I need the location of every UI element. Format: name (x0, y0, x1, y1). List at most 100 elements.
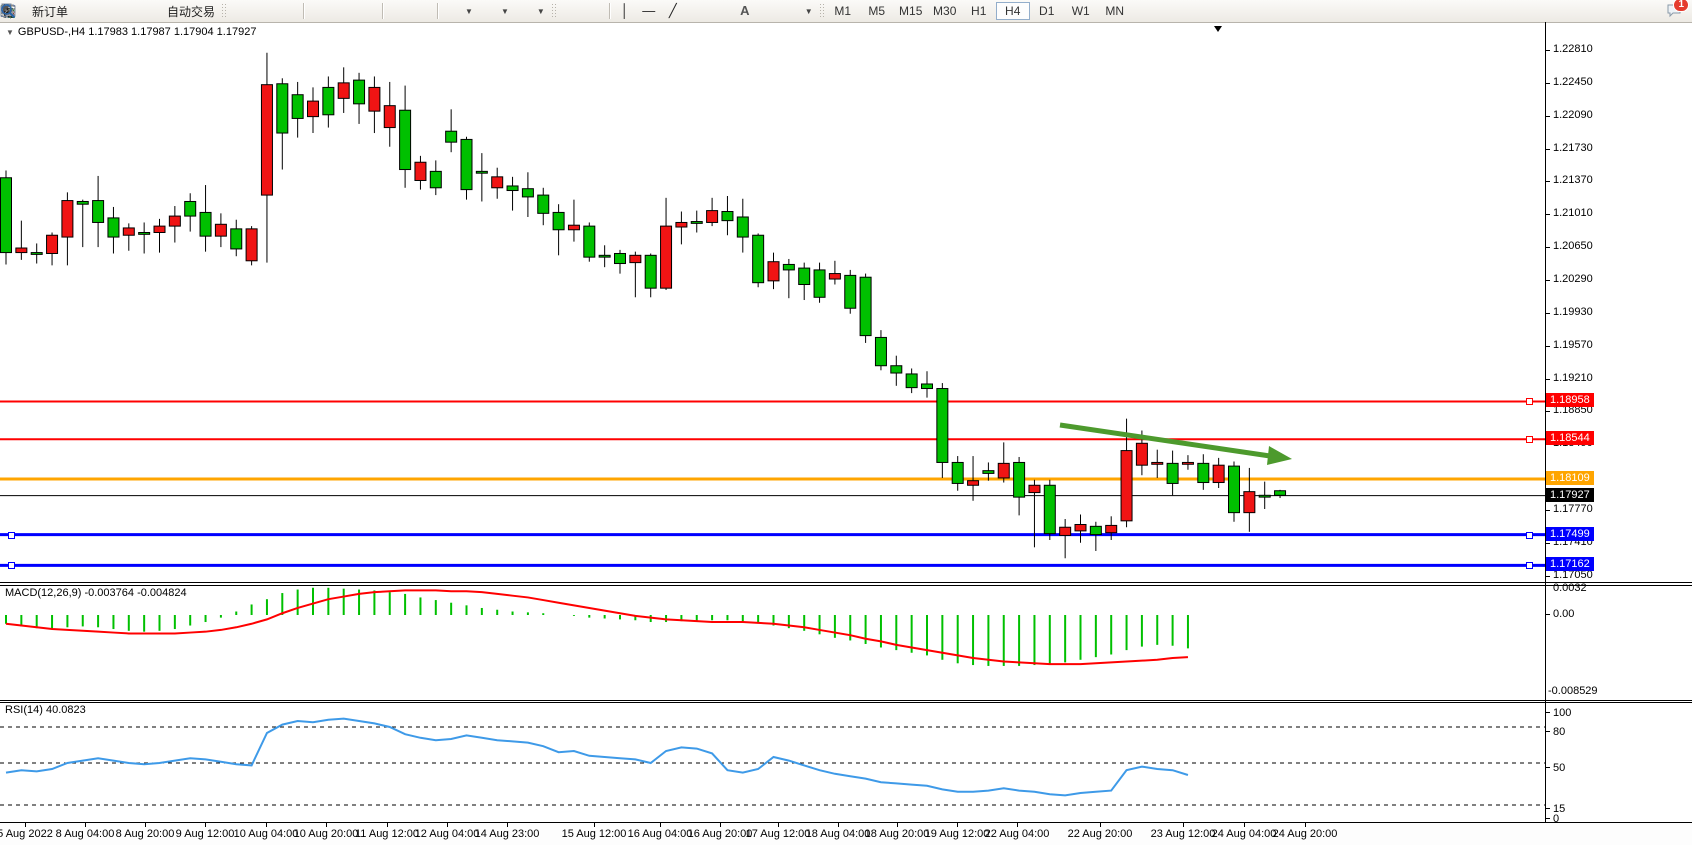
new-chart-button[interactable]: ▼ (441, 1, 477, 21)
toolbar-separator (382, 3, 383, 19)
auto-scroll-button[interactable] (386, 1, 410, 21)
text-tool-button[interactable]: A (733, 1, 757, 21)
fibonacci-tool-button[interactable]: F (709, 1, 733, 21)
candle-body (737, 217, 748, 237)
candle-body (1213, 465, 1224, 482)
candle-body (215, 224, 226, 236)
search-icon[interactable] (1642, 3, 1658, 19)
auto-trading-button[interactable]: 自动交易 (144, 1, 219, 21)
notifications-chat-button[interactable]: 1 (1666, 2, 1682, 21)
candlestick-mode-button[interactable] (252, 1, 276, 21)
channel-tool-button[interactable]: E (685, 1, 709, 21)
rsi-panel-chart (0, 703, 1545, 822)
crosshair-tool-button[interactable] (582, 1, 606, 21)
text-label-tool-button[interactable]: T (757, 1, 781, 21)
time-axis-label[interactable]: 24 Aug 20:00 (1260, 828, 1350, 840)
panel-separator[interactable] (0, 582, 1692, 583)
timeframe-button-m15[interactable]: M15 (894, 2, 928, 20)
time-axis-label[interactable]: 22 Aug 04:00 (972, 828, 1062, 840)
timeframe-button-d1[interactable]: D1 (1030, 2, 1064, 20)
candle-body (369, 87, 380, 111)
time-axis-tick (1183, 823, 1184, 827)
candle-body (829, 274, 840, 279)
candle-body (154, 226, 165, 232)
line-price-label: 1.17927 (1546, 488, 1594, 502)
timeframe-button-m1[interactable]: M1 (826, 2, 860, 20)
toolbar-separator (437, 3, 438, 19)
panel-separator[interactable] (0, 700, 1692, 701)
signals-button[interactable] (120, 1, 144, 21)
new-order-button[interactable]: 新订单 (9, 1, 72, 21)
candle-body (799, 268, 810, 284)
cursor-tool-button[interactable] (558, 1, 582, 21)
one-click-trading-icon[interactable]: ▼ (6, 28, 14, 37)
toolbar-separator (609, 3, 610, 19)
line-price-label: 1.18544 (1546, 431, 1594, 445)
chart-shift-marker-icon[interactable] (1214, 26, 1222, 32)
trendline-tool-button[interactable]: ╱ (661, 1, 685, 21)
new-chart-icon (445, 3, 461, 19)
trend-arrow-object[interactable] (1060, 425, 1270, 456)
timeframe-button-m30[interactable]: M30 (928, 2, 962, 20)
toolbar-gripper[interactable] (221, 3, 226, 19)
chart-shift-button[interactable] (410, 1, 434, 21)
price-axis-tick (1546, 116, 1550, 117)
candle-body (937, 389, 948, 463)
time-axis-tick (897, 823, 898, 827)
timeframe-button-mn[interactable]: MN (1098, 2, 1132, 20)
vertical-line-tool-button[interactable]: │ (613, 1, 637, 21)
price-axis-tick (1546, 149, 1550, 150)
zoom-out-button[interactable] (331, 1, 355, 21)
line-handle[interactable] (1526, 436, 1533, 443)
candle-body (1136, 443, 1147, 465)
fibonacci-icon: F (713, 3, 729, 19)
chevron-down-icon: ▼ (537, 7, 545, 16)
tester-monitor-icon (100, 3, 116, 19)
timeframe-button-h4[interactable]: H4 (996, 2, 1030, 20)
bar-chart-mode-button[interactable] (228, 1, 252, 21)
templates-button[interactable]: ▼ (513, 1, 549, 21)
horizontal-line-tool-button[interactable]: — (637, 1, 661, 21)
timeframe-button-w1[interactable]: W1 (1064, 2, 1098, 20)
strategy-tester-button[interactable] (96, 1, 120, 21)
text-icon: A (737, 3, 753, 19)
timeframe-button-h1[interactable]: H1 (962, 2, 996, 20)
timeframe-button-m5[interactable]: M5 (860, 2, 894, 20)
candle-body (522, 189, 533, 197)
line-handle[interactable] (1526, 398, 1533, 405)
line-handle[interactable] (8, 532, 15, 539)
candle-body (998, 463, 1009, 478)
line-chart-mode-button[interactable] (276, 1, 300, 21)
price-axis-label: 1.17770 (1553, 503, 1593, 515)
arrows-shapes-icon (785, 3, 801, 19)
line-handle[interactable] (1526, 532, 1533, 539)
time-axis-label[interactable]: 14 Aug 23:00 (462, 828, 552, 840)
candle-body (875, 337, 886, 365)
line-price-label: 1.17162 (1546, 557, 1594, 571)
macd-panel-chart (0, 586, 1545, 700)
shapes-tool-button[interactable]: ▼ (781, 1, 817, 21)
candle-body (246, 229, 257, 261)
depth-of-market-button[interactable] (72, 1, 96, 21)
time-axis-tick (1017, 823, 1018, 827)
candle-body (1182, 462, 1193, 464)
tile-windows-button[interactable] (355, 1, 379, 21)
price-axis-tick (1546, 83, 1550, 84)
candle-body (968, 481, 979, 486)
chevron-down-icon: ▼ (501, 7, 509, 16)
line-handle[interactable] (1526, 562, 1533, 569)
candle-body (338, 83, 349, 99)
price-axis-tick (1546, 280, 1550, 281)
candle-body (1075, 525, 1086, 531)
candle-body (1, 178, 12, 253)
symbol-ohlc-header[interactable]: ▼GBPUSD-,H4 1.17983 1.17987 1.17904 1.17… (6, 26, 256, 38)
periods-button[interactable]: ▼ (477, 1, 513, 21)
line-handle[interactable] (8, 562, 15, 569)
rsi-axis-label: 80 (1553, 726, 1565, 738)
zoom-in-button[interactable] (307, 1, 331, 21)
toolbar-gripper[interactable] (551, 3, 556, 19)
candle-body (814, 270, 825, 297)
trend-arrow-head-icon[interactable] (1267, 446, 1292, 465)
time-axis-label[interactable]: 22 Aug 20:00 (1055, 828, 1145, 840)
toolbar-gripper[interactable] (819, 3, 824, 19)
